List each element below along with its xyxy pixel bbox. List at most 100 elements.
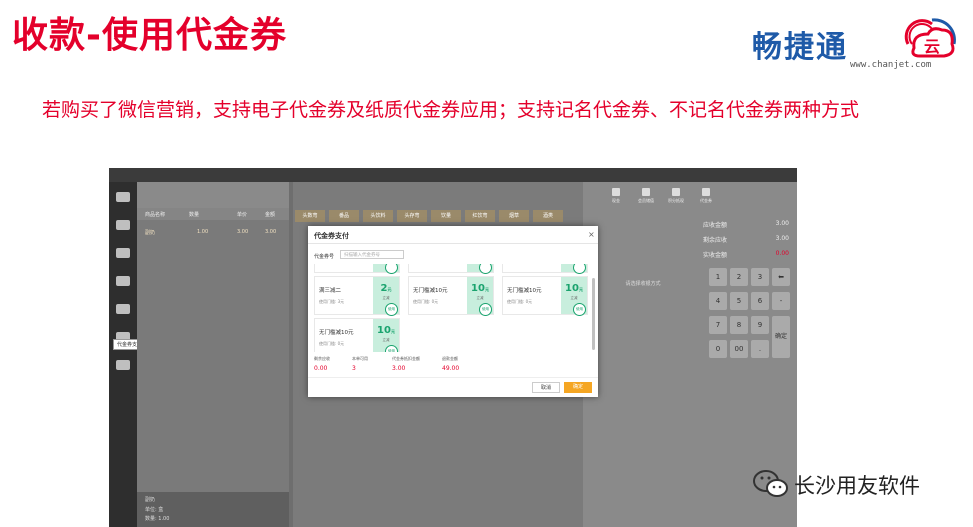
key-minus[interactable]: - bbox=[772, 292, 790, 310]
product-tab[interactable]: 红饮弯 bbox=[465, 210, 495, 222]
product-tab[interactable]: 番品 bbox=[329, 210, 359, 222]
pay-member-label: 会员储值 bbox=[638, 198, 654, 203]
stat-value: 0.00 bbox=[314, 365, 328, 372]
product-tab[interactable]: 饮量 bbox=[431, 210, 461, 222]
key-2[interactable]: 2 bbox=[730, 268, 748, 286]
close-icon[interactable]: × bbox=[588, 230, 595, 239]
pay-cash-label: 现金 bbox=[612, 198, 620, 203]
summary-row: 剩余应收 3.00 bbox=[703, 235, 793, 250]
amount-value: 10 bbox=[471, 283, 485, 294]
coupon-card[interactable]: 满三减二 使用门槛: 3元 2元 立减 使用 bbox=[314, 276, 400, 316]
amount-unit: 元 bbox=[484, 287, 489, 292]
pay-member[interactable]: 会员储值 bbox=[633, 186, 659, 208]
use-stamp-icon: 使用 bbox=[573, 303, 586, 316]
pay-coupon[interactable]: 代金券 bbox=[693, 186, 719, 208]
key-dot[interactable]: . bbox=[751, 340, 769, 358]
coupon-card[interactable] bbox=[408, 264, 494, 274]
used-stamp-icon bbox=[385, 264, 398, 274]
amount-value: 10 bbox=[565, 283, 579, 294]
coupon-payment-modal: 代金券支付 × 代金券号 扫描输入代金券号 满三减二 使用门槛: 3元 2元 立… bbox=[308, 226, 598, 397]
use-stamp-icon: 使用 bbox=[385, 345, 398, 352]
payment-summary: 应收金额 3.00 剩余应收 3.00 实收金额 0.00 bbox=[703, 220, 793, 265]
used-stamp-icon bbox=[573, 264, 586, 274]
cart-row[interactable]: 副奶 1.00 3.00 3.00 bbox=[137, 226, 289, 238]
cart-panel: 商品名称 数量 单价 金额 副奶 1.00 3.00 3.00 副奶 单位: 盒… bbox=[137, 182, 289, 527]
coupon-list-scrollbar[interactable] bbox=[592, 278, 595, 350]
footer-unit: 单位: 盒 bbox=[145, 507, 164, 513]
watermark-text: 长沙用友软件 bbox=[794, 474, 920, 498]
key-confirm[interactable]: 确定 bbox=[772, 316, 790, 358]
key-00[interactable]: 00 bbox=[730, 340, 748, 358]
key-0[interactable]: 0 bbox=[709, 340, 727, 358]
summary-row: 实收金额 0.00 bbox=[703, 250, 793, 265]
coupon-condition: 使用门槛: 3元 bbox=[319, 299, 345, 304]
logo-text: 畅捷通 bbox=[752, 30, 848, 65]
key-9[interactable]: 9 bbox=[751, 316, 769, 334]
summary-value: 3.00 bbox=[775, 235, 789, 242]
pay-cash[interactable]: 现金 bbox=[603, 186, 629, 208]
stat-deduction: 代金券抵扣金额 3.00 bbox=[392, 356, 420, 372]
coupon-card[interactable]: 无门槛减10元 使用门槛: 0元 10元 立减 使用 bbox=[502, 276, 588, 316]
svg-text:云: 云 bbox=[924, 37, 940, 56]
stat-label: 退款金额 bbox=[442, 356, 458, 361]
coupon-note: 立减 bbox=[476, 296, 484, 300]
slide-description: 若购买了微信营销，支持电子代金券及纸质代金券应用；支持记名代金券、不记名代金券两… bbox=[42, 99, 860, 121]
search-icon[interactable] bbox=[116, 304, 130, 314]
stat-value: 3.00 bbox=[392, 365, 406, 372]
home-icon[interactable] bbox=[116, 192, 130, 202]
coupon-amount: 10元 bbox=[561, 283, 587, 294]
col-qty: 数量 bbox=[189, 212, 200, 218]
coupon-code-input[interactable]: 扫描输入代金券号 bbox=[340, 250, 404, 259]
col-name: 商品名称 bbox=[145, 212, 166, 218]
product-tab[interactable]: 头存弯 bbox=[397, 210, 427, 222]
confirm-button[interactable]: 确定 bbox=[564, 382, 592, 393]
key-1[interactable]: 1 bbox=[709, 268, 727, 286]
coupon-card[interactable]: 无门槛减10元 使用门槛: 0元 10元 立减 使用 bbox=[408, 276, 494, 316]
key-6[interactable]: 6 bbox=[751, 292, 769, 310]
pay-coupon-label: 代金券 bbox=[700, 198, 712, 203]
points-icon bbox=[672, 188, 680, 196]
stat-refund: 退款金额 49.00 bbox=[442, 356, 459, 372]
coupon-amount: 10元 bbox=[373, 325, 399, 336]
coupon-card[interactable] bbox=[314, 264, 400, 274]
divider bbox=[308, 377, 598, 378]
more-icon[interactable] bbox=[116, 360, 130, 370]
stat-label: 本单可用 bbox=[352, 356, 368, 361]
key-3[interactable]: 3 bbox=[751, 268, 769, 286]
key-8[interactable]: 8 bbox=[730, 316, 748, 334]
coupon-amount: 10元 bbox=[467, 283, 493, 294]
cash-icon bbox=[612, 188, 620, 196]
order-icon[interactable] bbox=[116, 220, 130, 230]
pay-points[interactable]: 积分抵现 bbox=[663, 186, 689, 208]
pay-points-label: 积分抵现 bbox=[668, 198, 684, 203]
coupon-strip bbox=[561, 264, 587, 274]
app-sidebar bbox=[109, 182, 137, 527]
amount-unit: 元 bbox=[578, 287, 583, 292]
row-name: 副奶 bbox=[145, 230, 156, 236]
product-tab[interactable]: 头数弯 bbox=[295, 210, 325, 222]
key-backspace[interactable]: ⬅ bbox=[772, 268, 790, 286]
coupon-strip: 10元 立减 使用 bbox=[373, 319, 399, 352]
summary-label: 实收金额 bbox=[703, 252, 728, 259]
cancel-button[interactable]: 取消 bbox=[532, 382, 560, 393]
coupon-card[interactable]: 无门槛减10元 使用门槛: 0元 10元 立减 使用 bbox=[314, 318, 400, 352]
cloud-logo-icon: 云 bbox=[904, 18, 956, 58]
member-icon[interactable] bbox=[116, 276, 130, 286]
stat-label: 剩余应收 bbox=[314, 356, 330, 361]
coupon-condition: 使用门槛: 0元 bbox=[319, 341, 345, 346]
coupon-name: 无门槛减10元 bbox=[507, 288, 542, 294]
stat-value: 49.00 bbox=[442, 365, 460, 372]
coupon-note: 立减 bbox=[382, 338, 390, 342]
key-4[interactable]: 4 bbox=[709, 292, 727, 310]
coupon-amount: 2元 bbox=[373, 283, 399, 294]
modal-title: 代金券支付 bbox=[314, 232, 349, 240]
list-icon[interactable] bbox=[116, 248, 130, 258]
key-5[interactable]: 5 bbox=[730, 292, 748, 310]
product-tab[interactable]: 头饮料 bbox=[363, 210, 393, 222]
coupon-card[interactable] bbox=[502, 264, 588, 274]
summary-label: 剩余应收 bbox=[703, 237, 728, 244]
key-7[interactable]: 7 bbox=[709, 316, 727, 334]
product-tab[interactable]: 酒类 bbox=[533, 210, 563, 222]
product-tab[interactable]: 烟草 bbox=[499, 210, 529, 222]
coupon-note: 立减 bbox=[382, 296, 390, 300]
